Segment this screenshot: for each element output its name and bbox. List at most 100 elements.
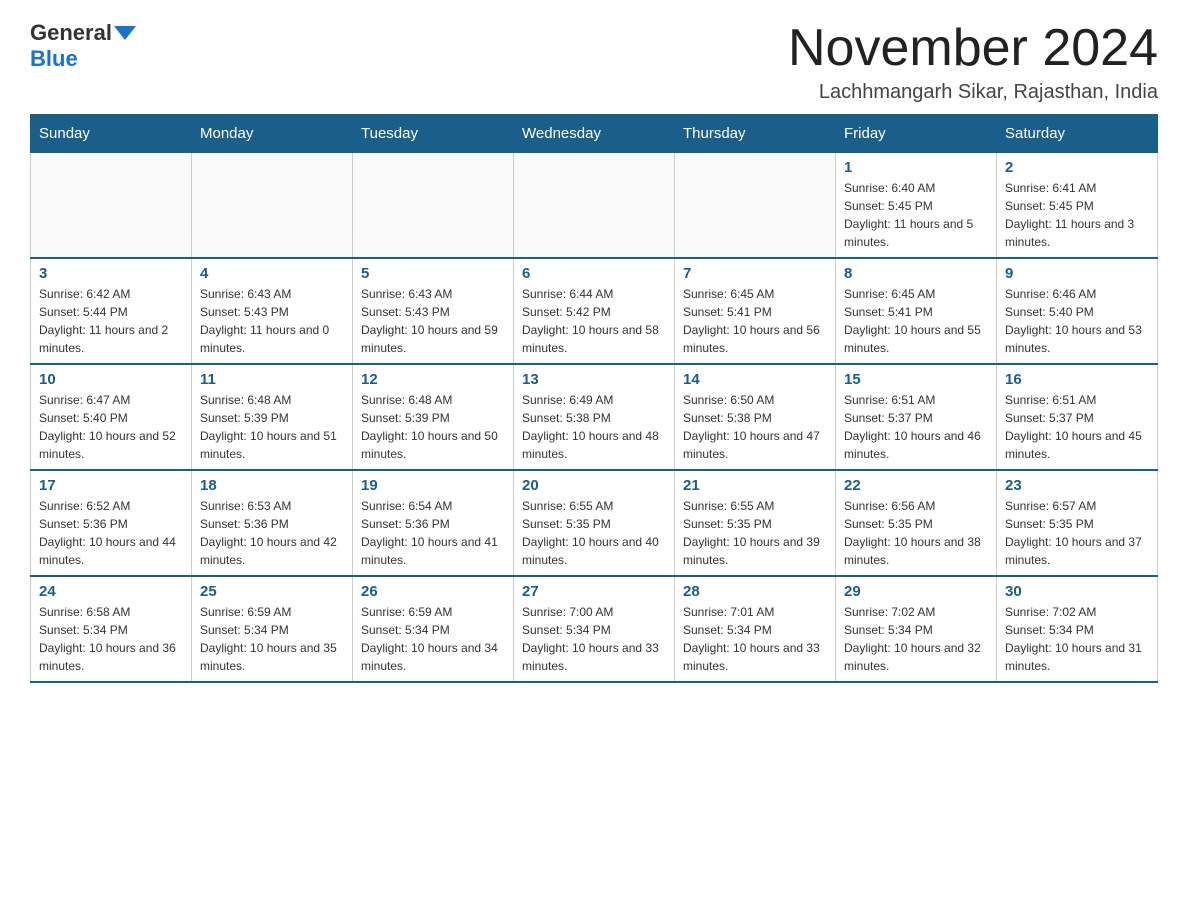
day-number: 7 [683, 265, 827, 282]
month-title: November 2024 [788, 20, 1158, 77]
day-number: 28 [683, 583, 827, 600]
day-number: 27 [522, 583, 666, 600]
day-info: Sunrise: 6:59 AMSunset: 5:34 PMDaylight:… [200, 603, 344, 675]
day-info: Sunrise: 6:47 AMSunset: 5:40 PMDaylight:… [39, 391, 183, 463]
calendar-cell: 1Sunrise: 6:40 AMSunset: 5:45 PMDaylight… [836, 153, 997, 259]
day-info: Sunrise: 6:50 AMSunset: 5:38 PMDaylight:… [683, 391, 827, 463]
day-number: 18 [200, 477, 344, 494]
day-info: Sunrise: 6:53 AMSunset: 5:36 PMDaylight:… [200, 497, 344, 569]
day-number: 13 [522, 371, 666, 388]
day-info: Sunrise: 6:48 AMSunset: 5:39 PMDaylight:… [200, 391, 344, 463]
calendar-cell: 13 Sunrise: 6:49 AMSunset: 5:38 PMDayligh… [514, 364, 675, 470]
day-number: 15 [844, 371, 988, 388]
day-number: 4 [200, 265, 344, 282]
day-info: Sunrise: 7:02 AMSunset: 5:34 PMDaylight:… [844, 603, 988, 675]
day-info: Sunrise: 6:40 AMSunset: 5:45 PMDaylight:… [844, 179, 988, 251]
day-info: Sunrise: 6:46 AMSunset: 5:40 PMDaylight:… [1005, 285, 1149, 357]
day-info: Sunrise: 7:01 AMSunset: 5:34 PMDaylight:… [683, 603, 827, 675]
day-info: Sunrise: 6:43 AMSunset: 5:43 PMDaylight:… [361, 285, 505, 357]
calendar-cell [675, 153, 836, 259]
day-number: 14 [683, 371, 827, 388]
day-number: 10 [39, 371, 183, 388]
day-number: 24 [39, 583, 183, 600]
calendar-cell: 30Sunrise: 7:02 AMSunset: 5:34 PMDayligh… [997, 576, 1158, 682]
calendar-cell: 24 Sunrise: 6:58 AMSunset: 5:34 PMDayligh… [31, 576, 192, 682]
title-area: November 2024 Lachhmangarh Sikar, Rajast… [788, 20, 1158, 104]
calendar-body: 1Sunrise: 6:40 AMSunset: 5:45 PMDaylight… [31, 153, 1158, 683]
day-number: 16 [1005, 371, 1149, 388]
day-info: Sunrise: 6:58 AMSunset: 5:34 PMDaylight:… [39, 603, 183, 675]
logo-triangle-icon [114, 26, 136, 40]
calendar-cell: 8 Sunrise: 6:45 AMSunset: 5:41 PMDaylight… [836, 258, 997, 364]
day-number: 20 [522, 477, 666, 494]
day-number: 12 [361, 371, 505, 388]
day-info: Sunrise: 6:59 AMSunset: 5:34 PMDaylight:… [361, 603, 505, 675]
calendar-cell [353, 153, 514, 259]
header-thursday: Thursday [675, 115, 836, 153]
calendar-cell: 3 Sunrise: 6:42 AMSunset: 5:44 PMDaylight… [31, 258, 192, 364]
day-number: 11 [200, 371, 344, 388]
calendar-cell: 14 Sunrise: 6:50 AMSunset: 5:38 PMDayligh… [675, 364, 836, 470]
day-info: Sunrise: 7:00 AMSunset: 5:34 PMDaylight:… [522, 603, 666, 675]
logo: General Blue [30, 20, 136, 72]
day-number: 19 [361, 477, 505, 494]
day-info: Sunrise: 6:55 AMSunset: 5:35 PMDaylight:… [683, 497, 827, 569]
calendar-cell: 29 Sunrise: 7:02 AMSunset: 5:34 PMDayligh… [836, 576, 997, 682]
header: General Blue November 2024 Lachhmangarh … [30, 20, 1158, 104]
calendar-cell: 11 Sunrise: 6:48 AMSunset: 5:39 PMDayligh… [192, 364, 353, 470]
calendar-cell: 22Sunrise: 6:56 AMSunset: 5:35 PMDayligh… [836, 470, 997, 576]
day-number: 21 [683, 477, 827, 494]
calendar-cell [192, 153, 353, 259]
day-info: Sunrise: 6:45 AMSunset: 5:41 PMDaylight:… [844, 285, 988, 357]
day-info: Sunrise: 6:45 AMSunset: 5:41 PMDaylight:… [683, 285, 827, 357]
day-info: Sunrise: 6:42 AMSunset: 5:44 PMDaylight:… [39, 285, 183, 357]
day-info: Sunrise: 6:56 AMSunset: 5:35 PMDaylight:… [844, 497, 988, 569]
calendar-cell: 9Sunrise: 6:46 AMSunset: 5:40 PMDaylight… [997, 258, 1158, 364]
day-number: 5 [361, 265, 505, 282]
calendar-cell: 6Sunrise: 6:44 AMSunset: 5:42 PMDaylight… [514, 258, 675, 364]
logo-blue: Blue [30, 46, 78, 71]
logo-general: General [30, 20, 112, 46]
calendar-cell: 5 Sunrise: 6:43 AMSunset: 5:43 PMDaylight… [353, 258, 514, 364]
calendar-cell: 4 Sunrise: 6:43 AMSunset: 5:43 PMDaylight… [192, 258, 353, 364]
day-info: Sunrise: 6:55 AMSunset: 5:35 PMDaylight:… [522, 497, 666, 569]
day-number: 2 [1005, 159, 1149, 176]
header-monday: Monday [192, 115, 353, 153]
header-sunday: Sunday [31, 115, 192, 153]
header-wednesday: Wednesday [514, 115, 675, 153]
day-number: 29 [844, 583, 988, 600]
day-number: 6 [522, 265, 666, 282]
calendar-cell: 17 Sunrise: 6:52 AMSunset: 5:36 PMDayligh… [31, 470, 192, 576]
calendar-cell: 12 Sunrise: 6:48 AMSunset: 5:39 PMDayligh… [353, 364, 514, 470]
calendar-cell: 23 Sunrise: 6:57 AMSunset: 5:35 PMDayligh… [997, 470, 1158, 576]
calendar-cell: 20 Sunrise: 6:55 AMSunset: 5:35 PMDayligh… [514, 470, 675, 576]
day-number: 3 [39, 265, 183, 282]
day-number: 23 [1005, 477, 1149, 494]
day-info: Sunrise: 6:43 AMSunset: 5:43 PMDaylight:… [200, 285, 344, 357]
calendar-table: Sunday Monday Tuesday Wednesday Thursday… [30, 114, 1158, 683]
calendar-cell: 15Sunrise: 6:51 AMSunset: 5:37 PMDayligh… [836, 364, 997, 470]
calendar-cell: 18 Sunrise: 6:53 AMSunset: 5:36 PMDayligh… [192, 470, 353, 576]
calendar-cell: 16 Sunrise: 6:51 AMSunset: 5:37 PMDayligh… [997, 364, 1158, 470]
calendar-cell: 21 Sunrise: 6:55 AMSunset: 5:35 PMDayligh… [675, 470, 836, 576]
header-tuesday: Tuesday [353, 115, 514, 153]
calendar-header: Sunday Monday Tuesday Wednesday Thursday… [31, 115, 1158, 153]
day-info: Sunrise: 6:54 AMSunset: 5:36 PMDaylight:… [361, 497, 505, 569]
day-info: Sunrise: 6:52 AMSunset: 5:36 PMDaylight:… [39, 497, 183, 569]
calendar-cell: 27 Sunrise: 7:00 AMSunset: 5:34 PMDayligh… [514, 576, 675, 682]
day-info: Sunrise: 6:48 AMSunset: 5:39 PMDaylight:… [361, 391, 505, 463]
day-info: Sunrise: 6:51 AMSunset: 5:37 PMDaylight:… [1005, 391, 1149, 463]
day-info: Sunrise: 6:49 AMSunset: 5:38 PMDaylight:… [522, 391, 666, 463]
calendar-cell: 26 Sunrise: 6:59 AMSunset: 5:34 PMDayligh… [353, 576, 514, 682]
calendar-cell [514, 153, 675, 259]
day-info: Sunrise: 6:57 AMSunset: 5:35 PMDaylight:… [1005, 497, 1149, 569]
calendar-cell: 2Sunrise: 6:41 AMSunset: 5:45 PMDaylight… [997, 153, 1158, 259]
calendar-cell [31, 153, 192, 259]
day-number: 26 [361, 583, 505, 600]
day-number: 30 [1005, 583, 1149, 600]
day-number: 8 [844, 265, 988, 282]
header-friday: Friday [836, 115, 997, 153]
calendar-cell: 7 Sunrise: 6:45 AMSunset: 5:41 PMDaylight… [675, 258, 836, 364]
calendar-cell: 19 Sunrise: 6:54 AMSunset: 5:36 PMDayligh… [353, 470, 514, 576]
day-number: 17 [39, 477, 183, 494]
